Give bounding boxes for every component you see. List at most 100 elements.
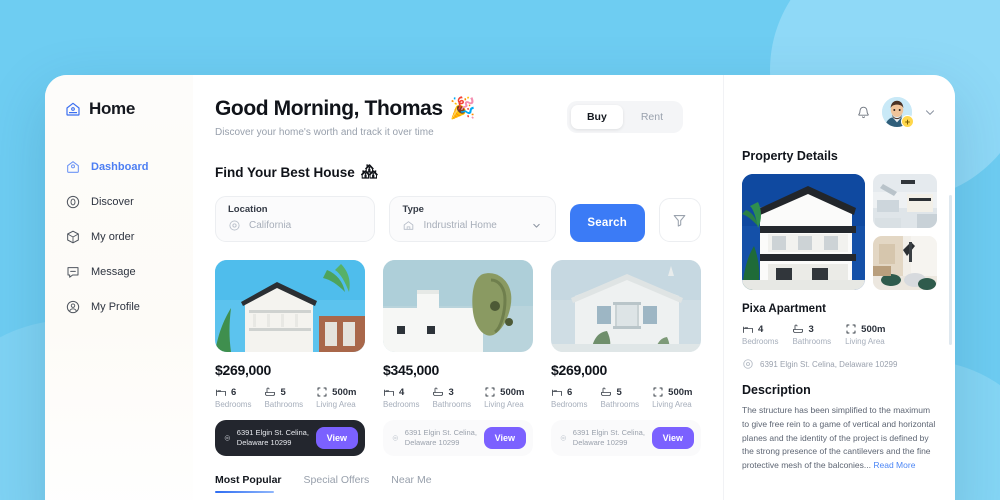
sidebar-item-message[interactable]: Message	[45, 256, 193, 288]
content-tabs: Most Popular Special Offers Near Me	[215, 474, 701, 493]
notification-bell-icon[interactable]	[856, 105, 871, 120]
filter-button[interactable]	[658, 198, 701, 242]
area-icon	[846, 324, 856, 334]
sidebar-item-label: My Profile	[91, 301, 140, 313]
spec-value: 6	[567, 386, 573, 398]
area-icon	[653, 387, 663, 397]
sidebar-item-my-profile[interactable]: My Profile	[45, 291, 193, 323]
party-popper-emoji: 🎉	[449, 97, 476, 120]
spec-label: Bedrooms	[551, 400, 588, 409]
chevron-down-icon[interactable]	[923, 105, 937, 119]
type-label: Type	[402, 204, 424, 215]
listing-photo	[215, 260, 365, 352]
sidebar-item-dashboard[interactable]: Dashboard	[45, 151, 193, 183]
search-button[interactable]: Search	[569, 204, 645, 242]
section-title-text: Find Your Best House	[215, 164, 355, 180]
avatar-wrapper[interactable]: +	[882, 97, 914, 128]
bath-icon	[601, 387, 612, 396]
account-bar: +	[742, 97, 937, 128]
area-icon	[317, 387, 327, 397]
sidebar-item-label: Discover	[91, 196, 134, 208]
tab-special-offers[interactable]: Special Offers	[304, 474, 370, 493]
bath-icon	[793, 324, 804, 333]
spec-area: 500m Living Area	[845, 323, 885, 347]
spec-value: 500m	[668, 386, 693, 398]
sidebar-item-discover[interactable]: Discover	[45, 186, 193, 218]
listing-card[interactable]: $345,000 4 Bedrooms 3 Bathrooms 500m Liv…	[383, 260, 533, 456]
spec-bathrooms: 5 Bathrooms	[600, 386, 639, 410]
tab-most-popular[interactable]: Most Popular	[215, 474, 282, 493]
brand-logo[interactable]: Home	[45, 99, 193, 119]
spec-value: 3	[808, 323, 814, 335]
dashboard-icon	[67, 161, 79, 173]
location-pin-icon	[743, 359, 753, 369]
listing-address: 6391 Elgin St. Celina, Delaware 10299	[572, 427, 645, 447]
spec-area: 500m Living Area	[484, 386, 524, 410]
right-panel-scrollbar[interactable]	[949, 195, 952, 345]
property-address-row: 6391 Elgin St. Celina, Delaware 10299	[742, 358, 937, 370]
listing-price: $345,000	[383, 362, 439, 378]
sidebar-nav: Dashboard Discover My order Message My P…	[45, 151, 193, 323]
discover-icon	[66, 195, 80, 209]
view-button[interactable]: View	[483, 427, 526, 449]
property-details-title: Property Details	[742, 149, 838, 163]
area-icon	[485, 387, 495, 397]
type-select-value[interactable]: Indrustrial Home	[423, 220, 521, 231]
home-logo-icon	[66, 102, 80, 116]
spec-value: 6	[231, 386, 237, 398]
gallery-thumbnail[interactable]	[873, 236, 937, 290]
listing-card[interactable]: $269,000 6 Bedrooms 5 Bathrooms 500m Liv…	[215, 260, 365, 456]
left-sidebar: Home Dashboard Discover My order Message…	[45, 75, 193, 500]
greeting-text: Good Morning, Thomas	[215, 97, 443, 120]
gallery-main-image[interactable]	[742, 174, 865, 290]
listing-address: 6391 Elgin St. Celina, Delaware 10299	[236, 427, 309, 447]
location-label: Location	[228, 204, 268, 215]
main-content: Good Morning, Thomas 🎉 Discover your hom…	[193, 75, 723, 500]
spec-label: Bathrooms	[792, 337, 832, 346]
spec-label: Bedrooms	[742, 337, 779, 346]
property-name: Pixa Apartment	[742, 303, 826, 315]
sidebar-item-label: My order	[91, 231, 135, 243]
location-pin-icon	[224, 435, 231, 441]
spec-area: 500m Living Area	[652, 386, 693, 410]
listing-specs: 6 Bedrooms 5 Bathrooms 500m Living Area	[551, 386, 701, 410]
spec-bedrooms: 4 Bedrooms	[742, 323, 779, 347]
view-button[interactable]: View	[651, 427, 694, 449]
gallery-thumbnail[interactable]	[873, 174, 937, 228]
message-icon	[67, 267, 79, 278]
gallery-thumbnails	[873, 174, 937, 290]
spec-label: Bathrooms	[264, 400, 304, 409]
location-input[interactable]: California	[249, 220, 362, 231]
spec-bathrooms: 3 Bathrooms	[792, 323, 832, 347]
listing-photo	[383, 260, 533, 352]
section-title-find-house: Find Your Best House 🏘	[215, 164, 701, 180]
view-button[interactable]: View	[315, 427, 358, 449]
sidebar-item-label: Message	[91, 266, 136, 278]
toggle-buy-button[interactable]: Buy	[570, 105, 623, 129]
search-form: Location California Type Indrustrial Hom…	[215, 196, 701, 242]
bed-icon	[743, 326, 753, 333]
toggle-rent-button[interactable]: Rent	[625, 105, 679, 129]
page-title: Good Morning, Thomas 🎉	[215, 97, 567, 121]
chevron-down-icon[interactable]	[530, 219, 543, 232]
location-pin-icon	[229, 220, 240, 231]
app-window: Home Dashboard Discover My order Message…	[45, 75, 955, 500]
sidebar-item-my-order[interactable]: My order	[45, 221, 193, 253]
read-more-link[interactable]: Read More	[873, 460, 915, 470]
bath-icon	[433, 387, 444, 396]
tab-near-me[interactable]: Near Me	[391, 474, 431, 493]
spec-label: Living Area	[316, 400, 356, 409]
type-field[interactable]: Type Indrustrial Home	[389, 196, 556, 242]
spec-label: Bathrooms	[432, 400, 472, 409]
property-address: 6391 Elgin St. Celina, Delaware 10299	[760, 359, 898, 369]
greeting-block: Good Morning, Thomas 🎉 Discover your hom…	[215, 97, 567, 138]
avatar-add-badge[interactable]: +	[901, 115, 914, 128]
spec-bathrooms: 3 Bathrooms	[432, 386, 472, 410]
filter-funnel-icon	[673, 214, 686, 227]
location-field[interactable]: Location California	[215, 196, 376, 242]
spec-bathrooms: 5 Bathrooms	[264, 386, 304, 410]
spec-value: 5	[280, 386, 286, 398]
user-icon	[66, 300, 80, 314]
listing-card[interactable]: $269,000 6 Bedrooms 5 Bathrooms 500m Liv…	[551, 260, 701, 456]
house-icon	[404, 221, 414, 230]
